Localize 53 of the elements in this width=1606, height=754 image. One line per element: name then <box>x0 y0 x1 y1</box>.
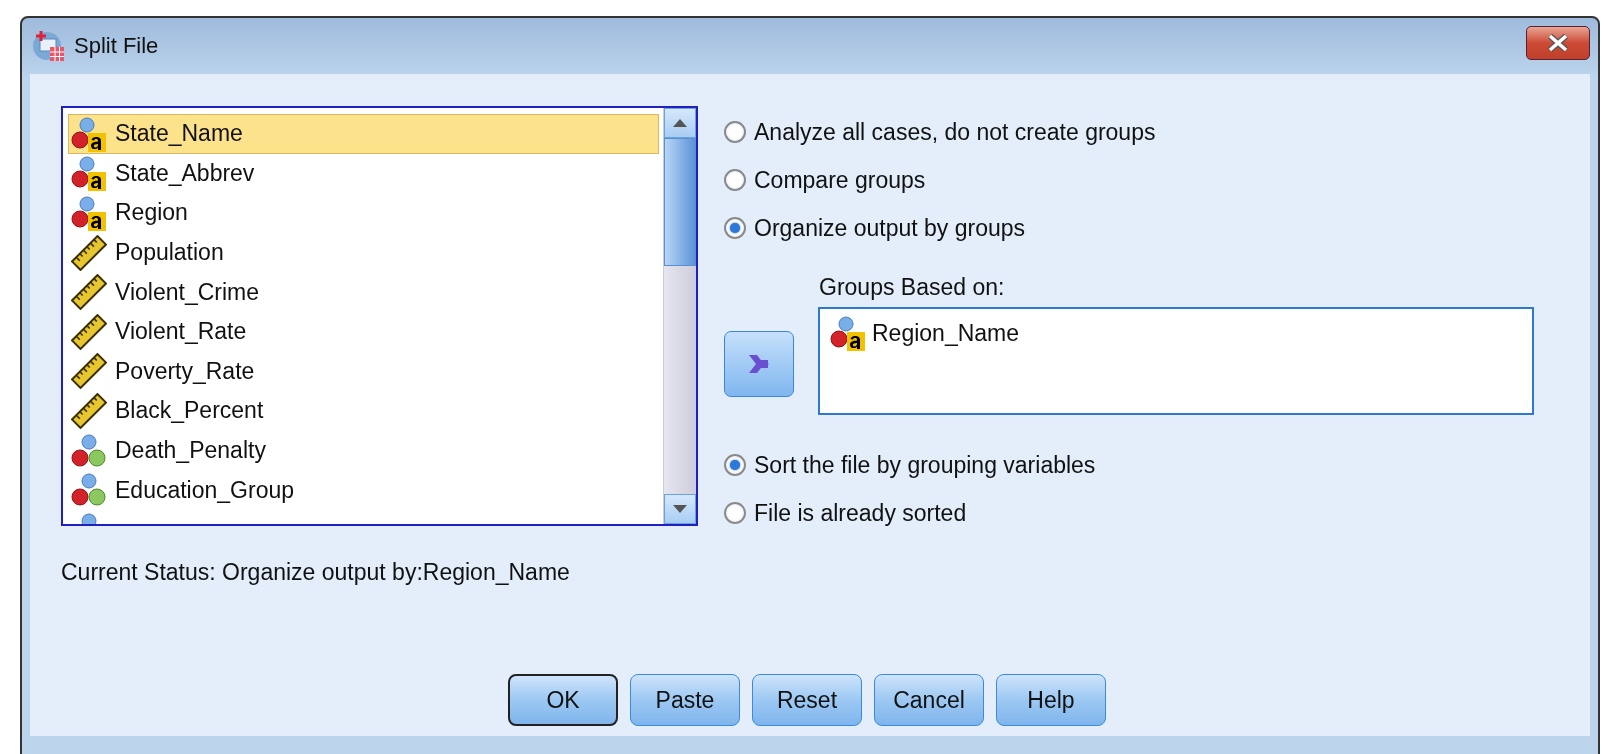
variable-item[interactable]: Death_Penalty <box>68 430 659 471</box>
status-text: Current Status: Organize output by:Region_Name <box>61 559 571 586</box>
groups-label: Groups Based on: <box>819 274 1006 301</box>
string-variable-icon <box>830 315 866 351</box>
variable-item[interactable]: Population <box>68 232 659 273</box>
variable-list[interactable]: State_Name State_Abbrev Region Population Violent_Crime Violent_Rate Poverty_Rate Black_Percent Death_Penalty Education_Group <box>61 106 698 526</box>
radio-label[interactable]: Analyze all cases, do not create groups <box>754 118 1156 146</box>
variable-item[interactable]: State_Abbrev <box>68 153 659 194</box>
dialog-button[interactable]: Reset <box>752 674 862 726</box>
move-button[interactable] <box>724 331 794 397</box>
variable-name: Violent_Crime <box>115 278 260 306</box>
variable-item[interactable]: State_Name <box>68 114 659 154</box>
variable-item[interactable]: Education_Group <box>68 470 659 510</box>
variable-item[interactable]: Black_Percent <box>68 391 659 431</box>
dialog-button[interactable]: Help <box>996 674 1106 726</box>
radio-label[interactable]: Compare groups <box>754 166 926 194</box>
radio-label[interactable]: File is already sorted <box>754 499 967 527</box>
variable-item[interactable]: Violent_Rate <box>68 311 659 352</box>
scroll-up-icon[interactable] <box>672 118 688 128</box>
scroll-down-icon[interactable] <box>672 504 688 514</box>
close-button[interactable] <box>1526 26 1590 60</box>
variable-name: Death_Penalty <box>115 437 266 465</box>
radio-button[interactable] <box>724 169 746 191</box>
variable-name: Population <box>115 239 224 267</box>
dialog-button[interactable]: OK <box>508 674 618 726</box>
radio-button[interactable] <box>724 502 746 524</box>
string-variable-icon <box>71 115 107 152</box>
radio-button[interactable] <box>724 454 746 476</box>
variable-name: Black_Percent <box>115 397 264 425</box>
variable-item[interactable]: Poverty_Rate <box>68 351 659 392</box>
variable-name: Education_Group <box>115 476 294 504</box>
variable-item[interactable]: Violent_Crime <box>68 272 659 312</box>
variable-name: Poverty_Rate <box>115 357 255 385</box>
string-variable-icon <box>71 195 107 231</box>
window-title: Split File <box>74 33 159 59</box>
nominal-variable-icon <box>71 472 107 509</box>
variable-name: Region_Name <box>872 319 1020 347</box>
string-variable-icon <box>71 155 107 192</box>
scrollbar[interactable] <box>663 108 696 524</box>
variable-name: Region <box>115 199 188 227</box>
variable-name: State_Name <box>115 120 243 148</box>
groups-field[interactable]: Region_Name <box>818 307 1534 415</box>
dialog-button[interactable]: Paste <box>630 674 740 726</box>
radio-button[interactable] <box>724 217 746 239</box>
split-file-icon <box>32 29 66 63</box>
dialog-button[interactable]: Cancel <box>874 674 984 726</box>
variable-item[interactable]: Region <box>68 193 659 233</box>
radio-label[interactable]: Organize output by groups <box>754 214 1026 242</box>
radio-label[interactable]: Sort the file by grouping variables <box>754 451 1096 479</box>
radio-button[interactable] <box>724 121 746 143</box>
variable-name: State_Abbrev <box>115 159 255 187</box>
variable-name: Violent_Rate <box>115 318 247 346</box>
nominal-variable-icon <box>71 432 107 469</box>
